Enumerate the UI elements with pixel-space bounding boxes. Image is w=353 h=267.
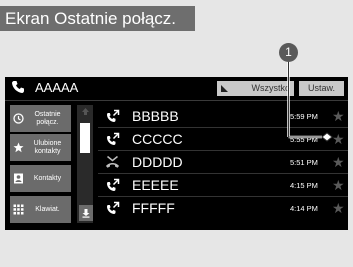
call-list-row[interactable]: BBBBB 5:59 PM ★ (98, 105, 348, 128)
call-list-row[interactable]: FFFFF 4:14 PM ★ (98, 197, 348, 220)
connected-phone-name: AAAAA (35, 80, 79, 95)
all-button[interactable]: Wszystko (217, 81, 294, 96)
outgoing-call-icon (107, 201, 120, 214)
call-contact-name: FFFFF (132, 200, 175, 216)
favorite-star-icon[interactable]: ★ (332, 177, 345, 193)
settings-button[interactable]: Ustaw. (299, 81, 344, 96)
scroll-down-icon (82, 209, 90, 218)
page: Ekran Ostatnie połącz. AAAAA Wszystko Us… (0, 0, 353, 267)
settings-button-label: Ustaw. (307, 83, 335, 93)
favorite-star-icon[interactable]: ★ (332, 108, 345, 124)
outgoing-call-icon (107, 109, 120, 122)
outgoing-call-icon (107, 178, 120, 191)
call-list-row[interactable]: CCCCC 5:55 PM ★ (98, 128, 348, 151)
missed-call-icon (106, 155, 119, 168)
call-contact-name: CCCCC (132, 131, 183, 147)
sidebar-item-label: Ostatnie połącz. (34, 110, 61, 126)
call-contact-name: BBBBB (132, 108, 179, 124)
sidebar-item-label: Kontakty (33, 174, 62, 182)
page-title: Ekran Ostatnie połącz. (0, 6, 195, 31)
call-time: 5:51 PM (290, 158, 318, 167)
star-icon (13, 142, 24, 153)
scrollbar-thumb[interactable] (80, 123, 90, 153)
call-time: 4:15 PM (290, 181, 318, 190)
sidebar-item-recent-calls[interactable]: Ostatnie połącz. (10, 105, 71, 132)
call-time: 4:14 PM (290, 204, 318, 213)
contacts-icon (14, 173, 23, 184)
favorite-star-icon[interactable]: ★ (332, 200, 345, 216)
call-time: 5:55 PM (290, 135, 318, 144)
phone-screen: AAAAA Wszystko Ustaw. Ostatnie połącz. U… (5, 77, 348, 230)
sidebar-item-keypad[interactable]: Klawiat. (10, 196, 71, 223)
sidebar-item-label: Ulubione kontakty (33, 139, 62, 155)
sidebar-item-contacts[interactable]: Kontakty (10, 165, 71, 192)
sidebar-item-label: Klawiat. (35, 205, 60, 213)
call-list-row[interactable]: DDDDD 5:51 PM ★ (98, 151, 348, 174)
favorite-star-icon[interactable]: ★ (332, 131, 345, 147)
callout-number: 1 (279, 43, 298, 62)
call-time: 5:59 PM (290, 112, 318, 121)
recent-calls-icon (13, 113, 24, 124)
keypad-icon (13, 204, 24, 215)
call-list-row[interactable]: EEEEE 4:15 PM ★ (98, 174, 348, 197)
phone-icon (12, 81, 24, 93)
corner-arrow-icon (221, 85, 228, 92)
sidebar-item-favorites[interactable]: Ulubione kontakty (10, 134, 71, 161)
all-button-label: Wszystko (251, 83, 290, 93)
scroll-down-button[interactable] (79, 205, 93, 221)
header-divider (5, 100, 348, 101)
favorite-star-icon[interactable]: ★ (332, 154, 345, 170)
outgoing-call-icon (107, 132, 120, 145)
call-contact-name: DDDDD (132, 154, 183, 170)
call-contact-name: EEEEE (132, 177, 179, 193)
scroll-up-icon[interactable] (81, 107, 90, 116)
header-bar: AAAAA Wszystko Ustaw. (5, 77, 348, 99)
